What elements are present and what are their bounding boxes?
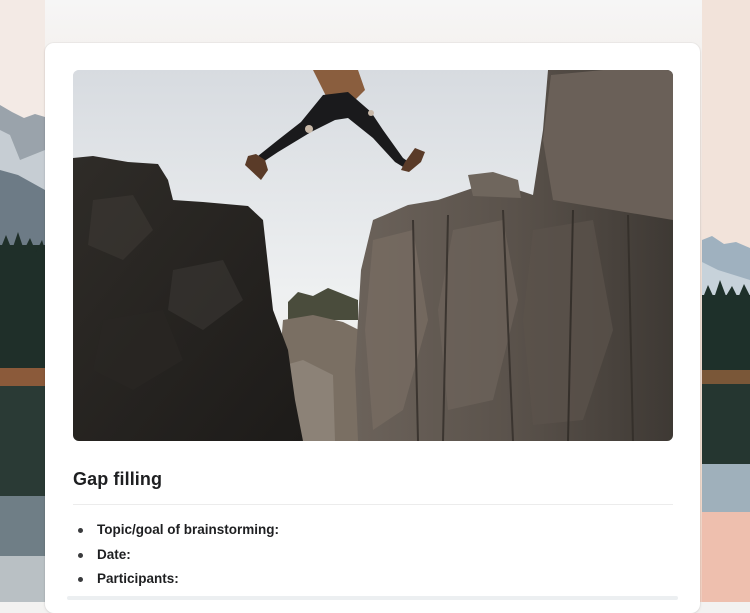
- next-section-edge: [67, 596, 678, 600]
- background-mountain-left: [0, 0, 45, 602]
- list-item[interactable]: Participants:: [73, 567, 279, 592]
- bullet-dot-icon: [78, 528, 83, 533]
- divider: [73, 504, 673, 505]
- list-item-label: Date:: [97, 546, 131, 562]
- hero-image: [73, 70, 673, 441]
- bullet-dot-icon: [78, 577, 83, 582]
- content-card: Gap filling Topic/goal of brainstorming:…: [45, 43, 700, 613]
- list-item-label: Topic/goal of brainstorming:: [97, 522, 279, 537]
- list-item[interactable]: Date:: [73, 543, 279, 568]
- section-title: Gap filling: [73, 469, 163, 489]
- list-item-label: Participants:: [97, 571, 179, 586]
- list-item[interactable]: Topic/goal of brainstorming:: [73, 518, 279, 543]
- bullet-list: Topic/goal of brainstorming: Date: Parti…: [73, 518, 279, 592]
- background-mountain-right: [702, 0, 750, 602]
- bullet-dot-icon: [78, 552, 83, 558]
